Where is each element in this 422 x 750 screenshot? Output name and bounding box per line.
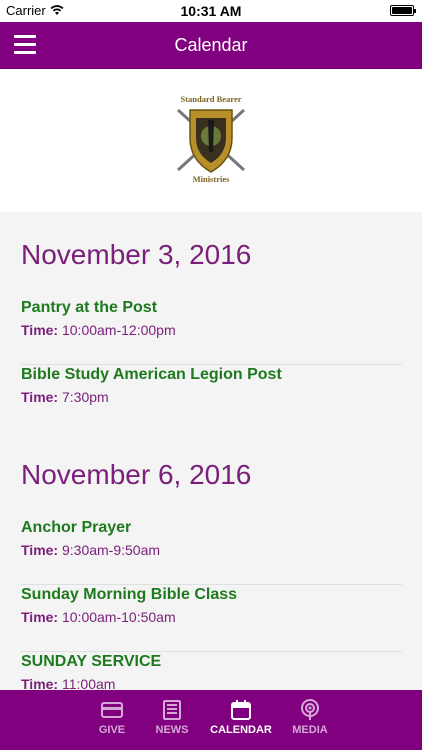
tab-label: NEWS xyxy=(155,724,189,736)
tab-calendar[interactable]: CALENDAR xyxy=(202,690,280,750)
time-label: Time: xyxy=(21,389,59,405)
event-time: Time: 10:00am-10:50am xyxy=(21,609,402,625)
time-label: Time: xyxy=(21,322,59,338)
battery-icon xyxy=(390,5,416,16)
event-item[interactable]: Sunday Morning Bible Class Time: 10:00am… xyxy=(21,585,402,652)
nav-bar: Calendar xyxy=(0,22,422,69)
event-item[interactable]: Bible Study American Legion Post Time: 7… xyxy=(21,365,402,432)
time-label: Time: xyxy=(21,676,59,690)
day-section: November 6, 2016 Anchor Prayer Time: 9:3… xyxy=(0,432,422,690)
tab-label: CALENDAR xyxy=(210,724,272,736)
tab-media[interactable]: MEDIA xyxy=(280,690,340,750)
status-bar: Carrier 10:31 AM xyxy=(0,0,422,22)
time-value: 9:30am-9:50am xyxy=(61,542,161,558)
time-value: 10:00am-12:00pm xyxy=(61,322,176,338)
day-heading: November 6, 2016 xyxy=(21,459,252,490)
calendar-icon xyxy=(231,700,251,720)
event-name: SUNDAY SERVICE xyxy=(21,653,162,670)
day-heading: November 3, 2016 xyxy=(21,239,252,270)
event-time: Time: 7:30pm xyxy=(21,389,402,405)
logo-text-bottom: Ministries xyxy=(192,173,230,184)
event-name: Bible Study American Legion Post xyxy=(21,366,282,383)
ministry-logo: Standard Bearer Ministries xyxy=(160,89,262,192)
event-name: Sunday Morning Bible Class xyxy=(21,586,238,603)
event-time: Time: 9:30am-9:50am xyxy=(21,542,402,558)
status-time: 10:31 AM xyxy=(180,3,242,19)
tab-label: MEDIA xyxy=(292,724,328,736)
time-label: Time: xyxy=(21,609,59,625)
news-icon xyxy=(163,700,181,720)
time-value: 10:00am-10:50am xyxy=(61,609,176,625)
card-icon xyxy=(101,702,123,718)
event-item[interactable]: SUNDAY SERVICE Time: 11:00am xyxy=(21,652,402,690)
tab-news[interactable]: NEWS xyxy=(142,690,202,750)
time-value: 7:30pm xyxy=(61,389,109,405)
podcast-icon xyxy=(301,699,319,720)
time-value: 11:00am xyxy=(61,676,116,690)
tab-give[interactable]: GIVE xyxy=(82,690,142,750)
calendar-content[interactable]: Standard Bearer Ministries November 3, 2… xyxy=(0,69,422,690)
logo-banner: Standard Bearer Ministries xyxy=(0,69,422,212)
event-item[interactable]: Anchor Prayer Time: 9:30am-9:50am xyxy=(21,518,402,585)
tab-bar: GIVE NEWS CALENDAR MEDIA xyxy=(0,690,422,750)
event-time: Time: 11:00am xyxy=(21,676,402,690)
event-name: Anchor Prayer xyxy=(21,519,132,536)
page-title: Calendar xyxy=(174,35,248,55)
day-section: November 3, 2016 Pantry at the Post Time… xyxy=(0,212,422,432)
time-label: Time: xyxy=(21,542,59,558)
event-name: Pantry at the Post xyxy=(21,299,158,316)
event-time: Time: 10:00am-12:00pm xyxy=(21,322,402,338)
event-item[interactable]: Pantry at the Post Time: 10:00am-12:00pm xyxy=(21,298,402,365)
tab-label: GIVE xyxy=(98,724,126,736)
